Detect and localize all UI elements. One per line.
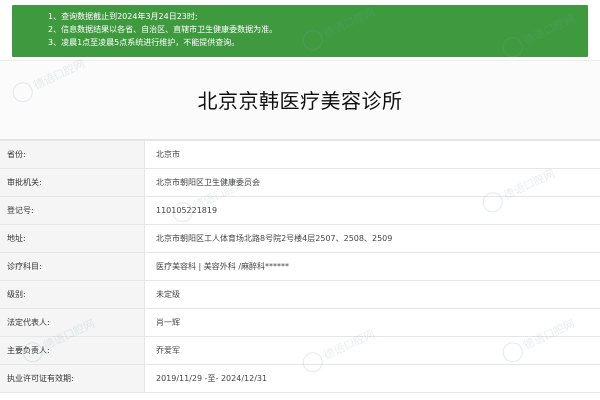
info-label-address: 地址:	[0, 225, 145, 252]
info-label-authority: 审批机关:	[0, 169, 145, 196]
info-value-level: 未定级	[156, 290, 180, 299]
info-row-registration: 登记号: 110105221819	[0, 197, 600, 225]
info-value-registration: 110105221819	[156, 206, 218, 215]
info-row-province: 省份: 北京市	[0, 141, 600, 169]
info-label-departments: 诊疗科目:	[0, 253, 145, 280]
title-band: 北京京韩医疗美容诊所	[0, 60, 600, 140]
notice-banner: 1、查询数据截止到2024年3月24日23时; 2、信息数据结果以各省、自治区、…	[12, 5, 588, 57]
info-value-authority: 北京市朝阳区卫生健康委员会	[156, 178, 260, 187]
info-row-license-validity: 执业许可证有效期: 2019/11/29 -至- 2024/12/31	[0, 365, 600, 393]
info-label-license-validity: 执业许可证有效期:	[0, 365, 145, 392]
info-value-principal: 乔爱军	[156, 346, 180, 355]
info-label-level: 级别:	[0, 281, 145, 308]
info-label-registration: 登记号:	[0, 197, 145, 224]
info-row-address: 地址: 北京市朝阳区工人体育场北路8号院2号楼4层2507、2508、2509	[0, 225, 600, 253]
info-row-legal-rep: 法定代表人: 肖一辉	[0, 309, 600, 337]
info-row-departments: 诊疗科目: 医疗美容科 | 美容外科 /麻醉科******	[0, 253, 600, 281]
page: 1、查询数据截止到2024年3月24日23时; 2、信息数据结果以各省、自治区、…	[0, 0, 600, 400]
notice-line-2: 2、信息数据结果以各省、自治区、直辖市卫生健康委数据为准。	[48, 25, 278, 34]
info-row-authority: 审批机关: 北京市朝阳区卫生健康委员会	[0, 169, 600, 197]
info-table: 省份: 北京市 审批机关: 北京市朝阳区卫生健康委员会 登记号: 1101052…	[0, 140, 600, 393]
info-row-principal: 主要负责人: 乔爱军	[0, 337, 600, 365]
info-label-legal-rep: 法定代表人:	[0, 309, 145, 336]
info-value-address: 北京市朝阳区工人体育场北路8号院2号楼4层2507、2508、2509	[156, 234, 393, 243]
info-value-province: 北京市	[156, 150, 180, 159]
notice-line-1: 1、查询数据截止到2024年3月24日23时;	[48, 12, 198, 21]
info-value-license-validity: 2019/11/29 -至- 2024/12/31	[156, 374, 268, 383]
info-value-departments: 医疗美容科 | 美容外科 /麻醉科******	[156, 262, 290, 271]
info-row-level: 级别: 未定级	[0, 281, 600, 309]
info-label-principal: 主要负责人:	[0, 337, 145, 364]
page-title: 北京京韩医疗美容诊所	[197, 89, 403, 113]
notice-line-3: 3、凌晨1点至凌晨5点系统进行维护，不能提供查询。	[48, 38, 240, 47]
info-label-province: 省份:	[0, 141, 145, 168]
info-value-legal-rep: 肖一辉	[156, 318, 180, 327]
